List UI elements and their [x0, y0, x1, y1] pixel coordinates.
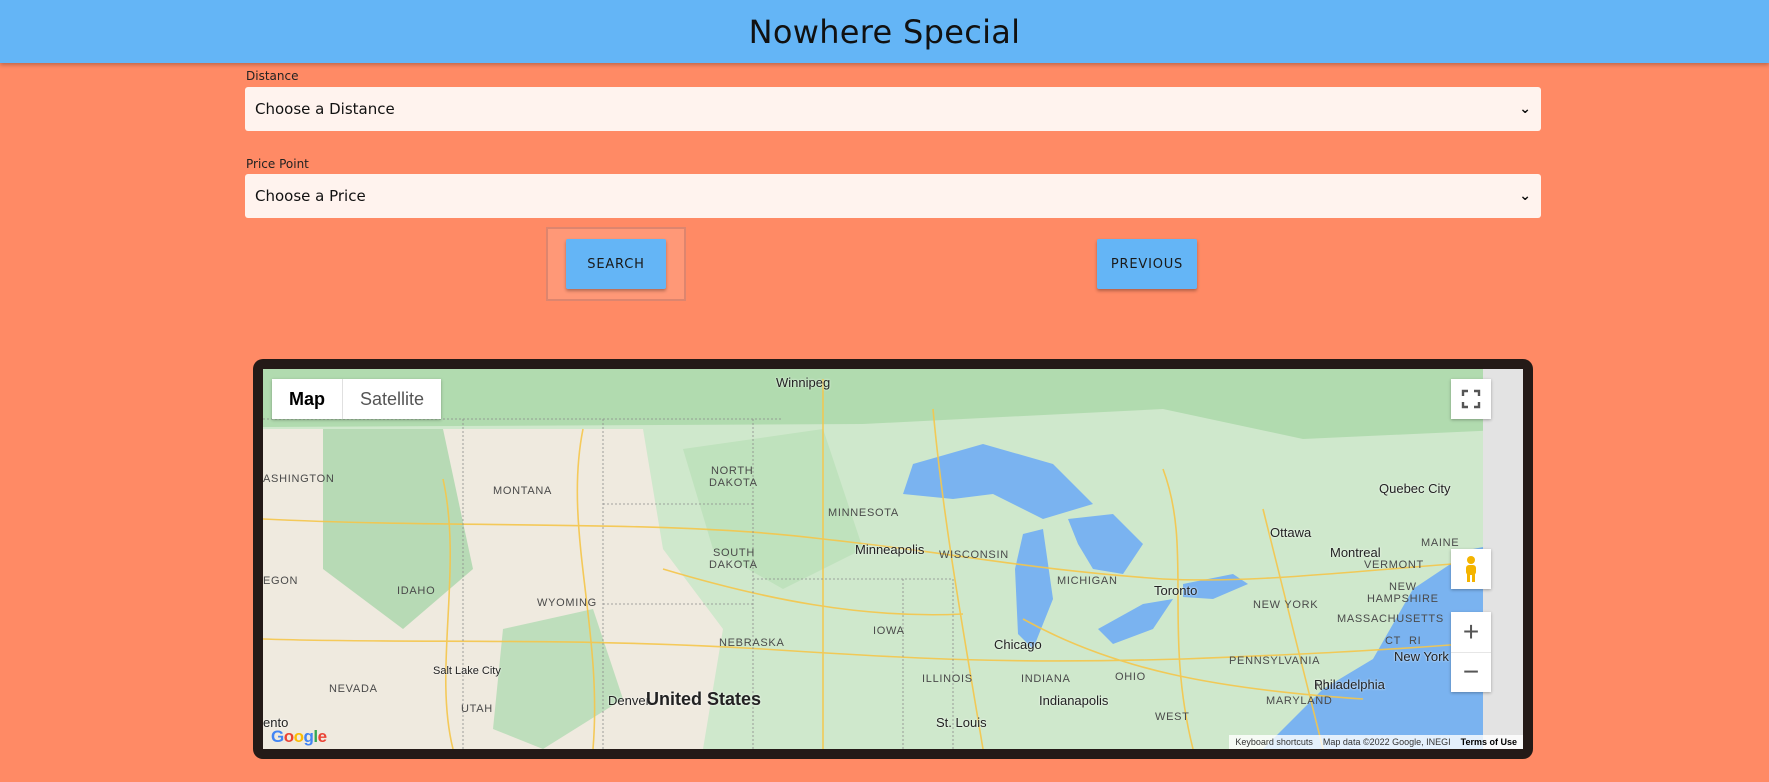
region-label: UTAH — [461, 703, 493, 715]
region-label: DAKOTA — [709, 559, 758, 571]
distance-label: Distance — [246, 69, 299, 83]
page-title: Nowhere Special — [748, 12, 1021, 51]
zoom-in-button[interactable]: + — [1451, 612, 1491, 653]
country-label: United States — [646, 689, 762, 709]
region-label: IDAHO — [397, 585, 436, 597]
region-label: MAINE — [1421, 537, 1460, 549]
city-label: St. Louis — [936, 715, 987, 730]
chevron-down-icon: ⌄ — [1519, 101, 1531, 117]
city-label: Minneapolis — [855, 542, 925, 557]
distance-select-value: Choose a Distance — [255, 100, 395, 118]
region-label: WEST — [1155, 711, 1190, 723]
region-label: NEBRASKA — [719, 637, 785, 649]
region-label: IOWA — [873, 625, 905, 637]
region-label: DAKOTA — [709, 477, 758, 489]
map-type-toggle: Map Satellite — [272, 379, 442, 419]
terms-link[interactable]: Terms of Use — [1461, 737, 1517, 747]
map-data-credit: Map data ©2022 Google, INEGI — [1322, 737, 1451, 747]
city-label: Salt Lake City — [433, 665, 501, 677]
region-label: EGON — [263, 575, 299, 587]
city-label: Philadelphia — [1314, 677, 1385, 692]
keyboard-shortcuts-link[interactable]: Keyboard shortcuts — [1235, 737, 1313, 747]
region-label: NEW — [1389, 581, 1417, 593]
distance-select[interactable]: Choose a Distance ⌄ — [245, 87, 1541, 131]
price-select[interactable]: Choose a Price ⌄ — [245, 174, 1541, 218]
region-label: HAMPSHIRE — [1367, 593, 1439, 605]
city-label: Denver — [608, 693, 650, 708]
city-label: Montreal — [1330, 545, 1381, 560]
price-label: Price Point — [246, 157, 309, 171]
region-label: MONTANA — [493, 485, 553, 497]
region-label: NORTH — [711, 465, 754, 477]
map-attribution: Keyboard shortcuts Map data ©2022 Google… — [1229, 735, 1523, 749]
region-label: INDIANA — [1021, 673, 1071, 685]
search-button[interactable]: SEARCH — [566, 239, 666, 289]
region-label: NEW YORK — [1253, 599, 1319, 611]
map-frame: Map Satellite ASHINGTON MONTANA NORTH DA… — [253, 359, 1533, 759]
region-label: MINNESOTA — [828, 507, 899, 519]
zoom-controls: + − — [1451, 612, 1491, 692]
previous-button[interactable]: PREVIOUS — [1097, 239, 1197, 289]
region-label: MARYLAND — [1266, 695, 1333, 707]
map-canvas[interactable]: Map Satellite ASHINGTON MONTANA NORTH DA… — [263, 369, 1523, 749]
chevron-down-icon: ⌄ — [1519, 188, 1531, 204]
city-label: Ottawa — [1270, 525, 1312, 540]
region-label: NEVADA — [329, 683, 378, 695]
region-label: PENNSYLVANIA — [1229, 655, 1321, 667]
region-label: CT — [1385, 635, 1402, 647]
previous-button-wrap: PREVIOUS — [1079, 229, 1215, 299]
region-label: ASHINGTON — [263, 473, 335, 485]
city-label: Indianapolis — [1039, 693, 1109, 708]
city-label: Quebec City — [1379, 481, 1451, 496]
google-logo: Google — [271, 727, 327, 746]
region-label: MASSACHUSETTS — [1337, 613, 1444, 625]
region-label: ILLINOIS — [922, 673, 973, 685]
region-label: SOUTH — [713, 547, 755, 559]
city-label: Winnipeg — [776, 375, 831, 390]
region-label: RI — [1409, 635, 1422, 647]
city-label: Toronto — [1154, 583, 1198, 598]
region-label: MICHIGAN — [1057, 575, 1118, 587]
pegman-icon[interactable] — [1451, 549, 1491, 589]
region-label: WYOMING — [537, 597, 597, 609]
zoom-out-button[interactable]: − — [1451, 653, 1491, 693]
region-label: WISCONSIN — [939, 549, 1009, 561]
city-label: Chicago — [994, 637, 1042, 652]
app-header: Nowhere Special — [0, 0, 1769, 63]
fullscreen-icon[interactable] — [1451, 379, 1491, 419]
map-type-map[interactable]: Map — [272, 379, 342, 419]
city-label: New York — [1394, 649, 1449, 664]
map-type-satellite[interactable]: Satellite — [342, 379, 441, 419]
price-select-value: Choose a Price — [255, 187, 366, 205]
search-button-focus-ring: SEARCH — [548, 229, 684, 299]
region-label: OHIO — [1115, 671, 1146, 683]
region-label: VERMONT — [1364, 559, 1424, 571]
